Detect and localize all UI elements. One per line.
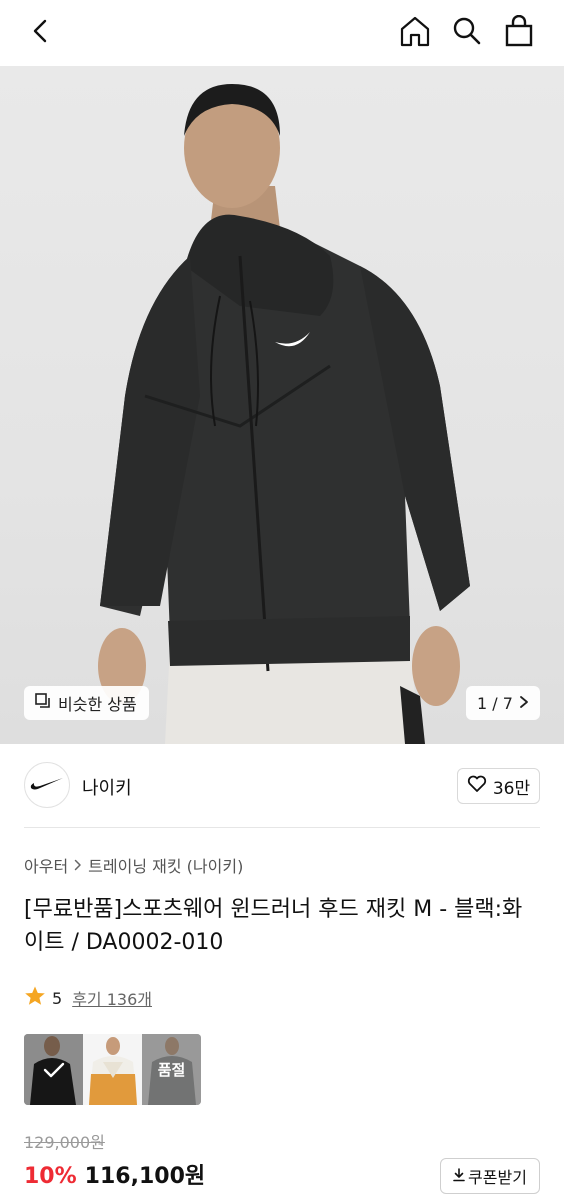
- chevron-right-icon: [519, 694, 529, 713]
- review-count-link[interactable]: 후기 136개: [72, 986, 152, 1010]
- copy-squares-icon: [34, 692, 52, 714]
- breadcrumb-subcategory[interactable]: 트레이닝 재킷 (나이키): [88, 853, 243, 877]
- home-icon[interactable]: [392, 8, 438, 54]
- discount-rate: 10%: [24, 1164, 77, 1189]
- shopping-bag-icon[interactable]: [496, 8, 542, 54]
- color-swatches: 품절: [24, 1034, 201, 1105]
- product-image-gallery[interactable]: 비슷한 상품 1 / 7: [0, 66, 564, 744]
- similar-products-label: 비슷한 상품: [58, 695, 137, 714]
- nike-swoosh-icon: [30, 776, 64, 795]
- price-row: 10% 116,100원: [24, 1158, 205, 1190]
- sold-out-label: 품절: [142, 1034, 201, 1105]
- like-button[interactable]: 36만: [457, 768, 540, 804]
- original-price: 129,000원: [24, 1133, 105, 1152]
- search-icon[interactable]: [444, 8, 490, 54]
- rating-score: 5: [52, 988, 63, 1008]
- checkmark-icon: [24, 1034, 83, 1105]
- swatch-white-orange[interactable]: [83, 1034, 142, 1105]
- product-title: [무료반품]스포츠웨어 윈드러너 후드 재킷 M - 블랙:화이트 / DA00…: [24, 897, 523, 955]
- like-count: 36만: [492, 778, 531, 799]
- download-arrow-icon: [453, 1167, 465, 1186]
- heart-icon: [467, 775, 487, 798]
- brand-logo[interactable]: [24, 762, 70, 808]
- swatch-grey[interactable]: 품절: [142, 1034, 201, 1105]
- gallery-page-counter[interactable]: 1 / 7: [466, 686, 540, 720]
- gallery-counter-text: 1 / 7: [477, 693, 513, 713]
- brand-name[interactable]: 나이키: [82, 774, 132, 800]
- breadcrumb: 아우터 트레이닝 재킷 (나이키): [24, 853, 243, 877]
- divider: [24, 827, 540, 828]
- chevron-right-icon: [74, 856, 82, 875]
- coupon-label: 쿠폰받기: [468, 1168, 527, 1187]
- rating-row: 5 후기 136개: [24, 985, 152, 1011]
- swatch-white-orange-thumbnail: [83, 1034, 142, 1105]
- brand-row: 나이키 36만: [0, 744, 564, 828]
- breadcrumb-category[interactable]: 아우터: [24, 853, 68, 877]
- coupon-download-button[interactable]: 쿠폰받기: [440, 1158, 540, 1194]
- star-icon: [24, 985, 46, 1011]
- top-navigation-bar: [0, 0, 564, 66]
- sale-price: 116,100원: [84, 1164, 206, 1189]
- swatch-black[interactable]: [24, 1034, 83, 1105]
- back-chevron-icon[interactable]: [18, 8, 64, 54]
- product-photo: [98, 84, 470, 744]
- similar-products-button[interactable]: 비슷한 상품: [24, 686, 149, 720]
